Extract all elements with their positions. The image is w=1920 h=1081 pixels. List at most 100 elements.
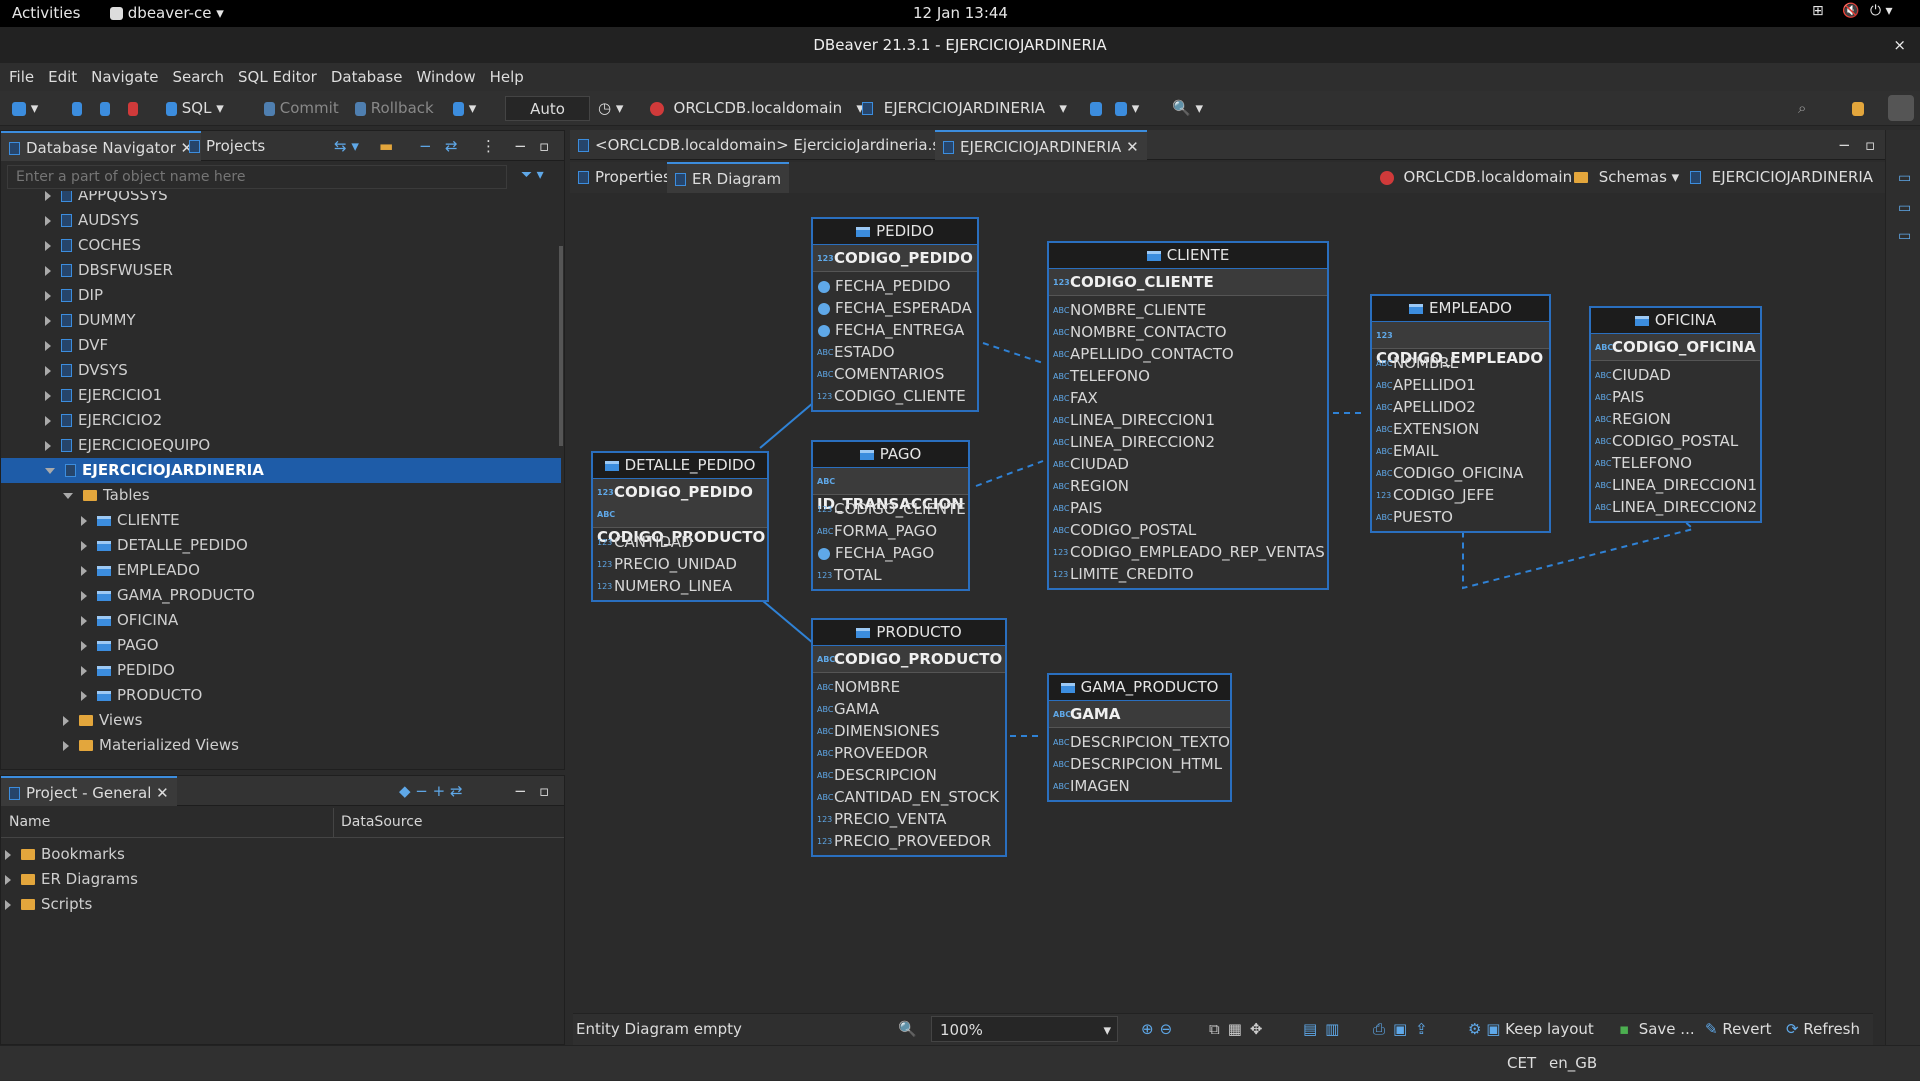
entity-column[interactable]: 123 LIMITE_CREDITO xyxy=(1053,563,1327,585)
entity-column[interactable]: ABCCANTIDAD_EN_STOCK xyxy=(817,786,1005,808)
entity-column[interactable]: ABCREGION xyxy=(1595,408,1760,430)
datasource-selector[interactable]: ORCLCDB.localdomain ▾ xyxy=(650,91,864,126)
entity-column[interactable]: ABCREGION xyxy=(1053,475,1327,497)
tab-properties[interactable]: Properties xyxy=(570,162,679,193)
entity-column[interactable]: FECHA_ESPERADA xyxy=(817,297,977,319)
schema-selector[interactable]: EJERCICIOJARDINERIA ▾ xyxy=(862,91,1067,126)
tab-database-navigator[interactable]: Database Navigator ✕ xyxy=(1,131,202,161)
view-icons[interactable]: ▤▥ xyxy=(1303,1014,1347,1044)
tab-sql-script[interactable]: <ORCLCDB.localdomain> EjercicioJardineri… xyxy=(570,130,962,160)
expand-arrow-icon[interactable] xyxy=(81,615,87,626)
breadcrumb-schemas[interactable]: Schemas ▾ xyxy=(1566,162,1687,193)
commit-button[interactable]: Commit xyxy=(264,91,339,126)
navigator-item-audsys[interactable]: AUDSYS xyxy=(1,208,561,233)
expand-arrow-icon[interactable] xyxy=(81,515,87,526)
project-item-bookmarks[interactable]: Bookmarks xyxy=(5,842,565,867)
project-item-er-diagrams[interactable]: ER Diagrams xyxy=(5,867,565,892)
entity-column[interactable]: ABCCIUDAD xyxy=(1595,364,1760,386)
collapse-arrow-icon[interactable] xyxy=(63,492,73,499)
entity-column[interactable]: ABCCODIGO_POSTAL xyxy=(1595,430,1760,452)
outline-icon[interactable]: ▭ xyxy=(1898,170,1911,186)
entity-column[interactable]: ABCPROVEEDOR xyxy=(817,742,1005,764)
entity-column[interactable]: ABCNOMBRE_CLIENTE xyxy=(1053,299,1327,321)
entity-column[interactable]: 123 NUMERO_LINEA xyxy=(597,575,767,597)
entity-column[interactable]: 123 CODIGO_JEFE xyxy=(1376,484,1549,506)
collapse-arrow-icon[interactable] xyxy=(45,467,55,474)
entity-column[interactable]: 123 TOTAL xyxy=(817,564,968,586)
menu-window[interactable]: Window xyxy=(409,63,482,91)
entity-column[interactable]: ABCLINEA_DIRECCION1 xyxy=(1053,409,1327,431)
navigator-filter-input[interactable] xyxy=(7,165,507,189)
entity-column[interactable]: ABCLINEA_DIRECCION2 xyxy=(1595,496,1760,518)
entity-column[interactable]: ABCDESCRIPCION_TEXTO xyxy=(1053,731,1230,753)
rollback-button[interactable]: Rollback xyxy=(355,91,434,126)
entity-column[interactable]: ABCEXTENSION xyxy=(1376,418,1549,440)
minimize-icon[interactable]: − xyxy=(1830,130,1859,160)
auto-commit-mode[interactable]: Auto xyxy=(505,96,590,121)
navigator-item-empleado[interactable]: EMPLEADO xyxy=(1,558,561,583)
invalidate-icon[interactable] xyxy=(128,91,138,126)
entity-cliente[interactable]: CLIENTE 123CODIGO_CLIENTE ABCNOMBRE_CLIENT… xyxy=(1047,241,1329,590)
entity-column[interactable]: ABCEMAIL xyxy=(1376,440,1549,462)
expand-arrow-icon[interactable] xyxy=(45,215,51,226)
entity-column[interactable]: ABCGAMA xyxy=(817,698,1005,720)
entity-producto[interactable]: PRODUCTO ABCCODIGO_PRODUCTO ABCNOMBRE ABCGA… xyxy=(811,618,1007,857)
project-item-scripts[interactable]: Scripts xyxy=(5,892,565,917)
navigator-item-ejercicio2[interactable]: EJERCICIO2 xyxy=(1,408,561,433)
entity-oficina[interactable]: OFICINA ABCCODIGO_OFICINA ABCCIUDAD ABCPAIS… xyxy=(1589,306,1762,523)
maximize-icon[interactable]: ▫ xyxy=(1857,130,1883,160)
connect-icon[interactable] xyxy=(72,91,82,126)
entity-column[interactable]: ABCIMAGEN xyxy=(1053,775,1230,797)
column-name[interactable]: Name xyxy=(9,814,50,830)
primary-key-column[interactable]: 123CODIGO_PEDIDO xyxy=(597,481,767,503)
search-icon[interactable]: ⌕ xyxy=(1798,91,1806,126)
entity-column[interactable]: ABCCIUDAD xyxy=(1053,453,1327,475)
entity-column[interactable]: ABCCODIGO_POSTAL xyxy=(1053,519,1327,541)
perspective-icon[interactable] xyxy=(1852,91,1864,126)
menu-help[interactable]: Help xyxy=(483,63,531,91)
expand-arrow-icon[interactable] xyxy=(45,365,51,376)
entity-column[interactable]: 123 CODIGO_CLIENTE xyxy=(817,498,968,520)
activities-button[interactable]: Activities xyxy=(12,4,80,22)
entity-column[interactable]: ABCLINEA_DIRECCION1 xyxy=(1595,474,1760,496)
export-icons[interactable]: ⎙▣⇪ xyxy=(1373,1014,1436,1044)
breadcrumb-schema[interactable]: EJERCICIOJARDINERIA xyxy=(1682,162,1881,193)
navigator-item-ejercicio1[interactable]: EJERCICIO1 xyxy=(1,383,561,408)
expand-arrow-icon[interactable] xyxy=(81,565,87,576)
expand-arrow-icon[interactable] xyxy=(45,440,51,451)
tab-projects[interactable]: Projects xyxy=(181,131,273,161)
menu-file[interactable]: File xyxy=(0,63,41,91)
navigator-item-dbsfwuser[interactable]: DBSFWUSER xyxy=(1,258,561,283)
project-tools-icon[interactable]: ◆ − + ⇄ xyxy=(391,776,471,806)
tab-project-general[interactable]: Project - General ✕ xyxy=(1,776,177,806)
zoom-search-icon[interactable]: 🔍 xyxy=(898,1014,917,1044)
entity-column[interactable]: ABCESTADO xyxy=(817,341,977,363)
network-icon[interactable]: ⊞ xyxy=(1812,3,1824,19)
relation-detalle-pedido[interactable] xyxy=(759,402,814,449)
expand-arrow-icon[interactable] xyxy=(81,540,87,551)
breadcrumb-datasource[interactable]: ORCLCDB.localdomain xyxy=(1372,162,1580,193)
disconnect-icon[interactable] xyxy=(100,91,110,126)
tab-er-diagram[interactable]: ER Diagram xyxy=(667,162,790,193)
column-datasource[interactable]: DataSource xyxy=(341,814,423,830)
menu-edit[interactable]: Edit xyxy=(41,63,84,91)
entity-column[interactable]: 123 CODIGO_EMPLEADO_REP_VENTAS xyxy=(1053,541,1327,563)
menu-sql-editor[interactable]: SQL Editor xyxy=(231,63,324,91)
entity-column[interactable]: FECHA_PAGO xyxy=(817,542,968,564)
navigator-item-dvsys[interactable]: DVSYS xyxy=(1,358,561,383)
entity-column[interactable]: ABCDIMENSIONES xyxy=(817,720,1005,742)
entity-column[interactable]: ABCPUESTO xyxy=(1376,506,1549,528)
primary-key-column[interactable]: ABCID_TRANSACCION xyxy=(817,470,968,513)
navigator-item-materialized-views[interactable]: Materialized Views xyxy=(1,733,561,758)
navigator-item-pedido[interactable]: PEDIDO xyxy=(1,658,561,683)
tools-icon[interactable]: ▾ xyxy=(1115,91,1139,126)
expand-arrow-icon[interactable] xyxy=(81,665,87,676)
navigator-item-pago[interactable]: PAGO xyxy=(1,633,561,658)
primary-key-column[interactable]: 123CODIGO_EMPLEADO xyxy=(1376,324,1549,367)
navigator-item-producto[interactable]: PRODUCTO xyxy=(1,683,561,708)
entity-column[interactable]: 123 CODIGO_CLIENTE xyxy=(817,385,977,407)
navigator-item-gama-producto[interactable]: GAMA_PRODUCTO xyxy=(1,583,561,608)
navigator-item-ejercicioequipo[interactable]: EJERCICIOEQUIPO xyxy=(1,433,561,458)
primary-key-column[interactable]: 123CODIGO_CLIENTE xyxy=(1053,271,1327,293)
entity-column[interactable]: 123 PRECIO_PROVEEDOR xyxy=(817,830,1005,852)
